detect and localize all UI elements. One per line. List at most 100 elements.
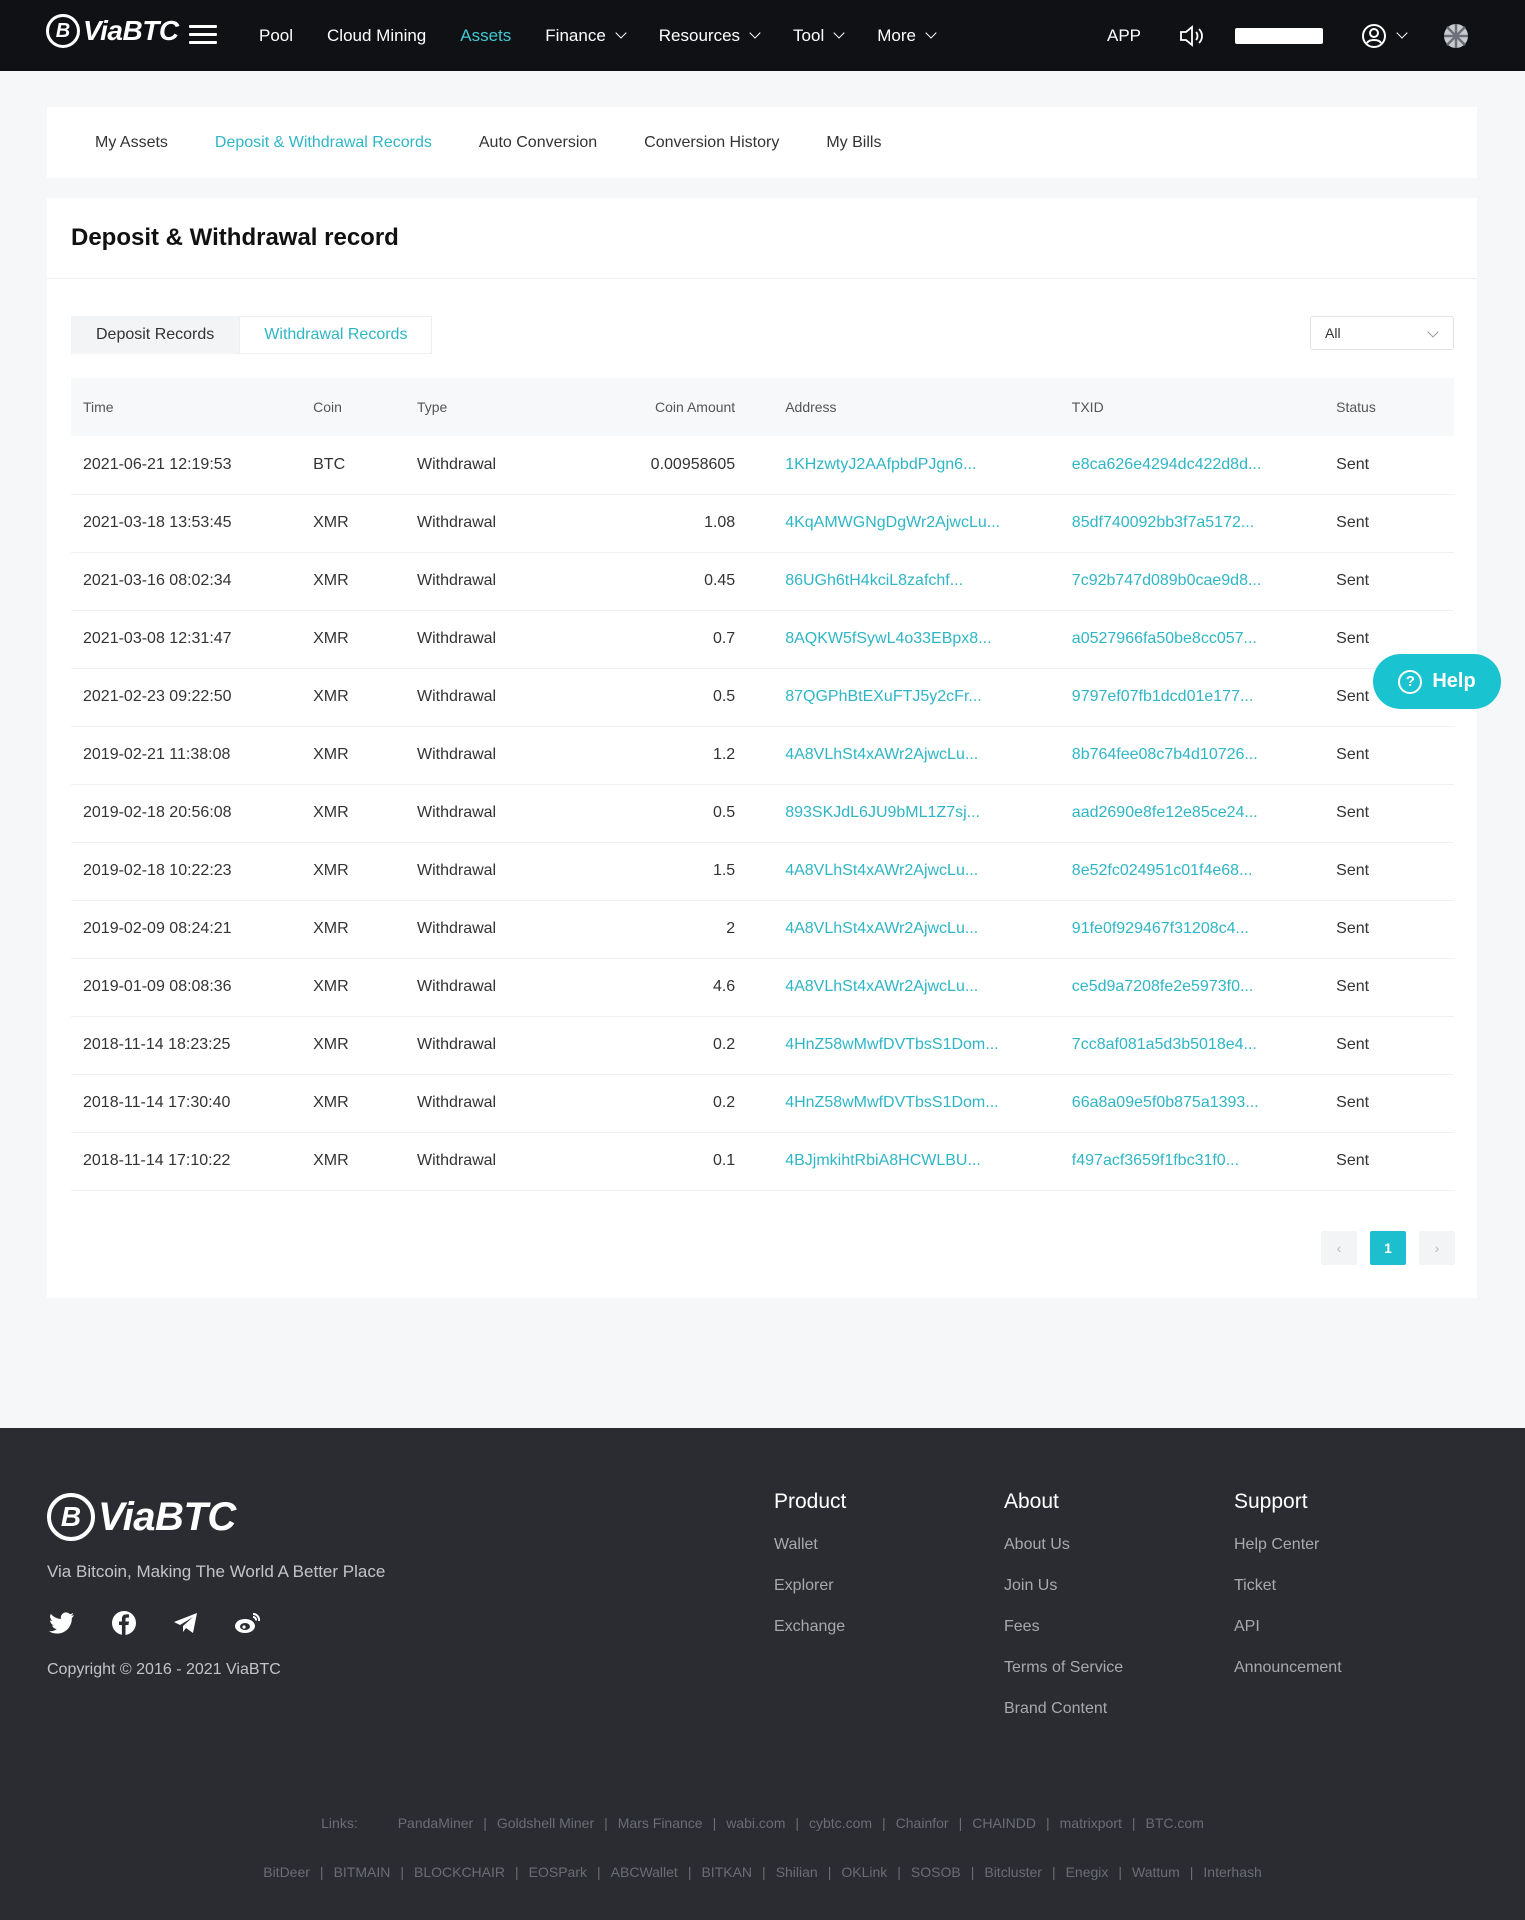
weibo-icon[interactable]	[233, 1608, 263, 1638]
language-flag-icon[interactable]	[1443, 0, 1469, 71]
address-link[interactable]: 4BJjmkihtRbiA8HCWLBU...	[747, 1132, 1060, 1191]
address-link[interactable]: 4HnZ58wMwfDVTbsS1Dom...	[747, 1016, 1060, 1075]
twitter-icon[interactable]	[47, 1608, 77, 1638]
partner-link[interactable]: Interhash	[1203, 1864, 1261, 1880]
next-page-button[interactable]: ›	[1419, 1231, 1455, 1265]
app-link[interactable]: APP	[1107, 0, 1141, 71]
partner-link[interactable]: Goldshell Miner	[497, 1815, 594, 1831]
partner-link[interactable]: EOSPark	[529, 1864, 587, 1880]
nav-item-assets[interactable]: Assets	[460, 26, 511, 46]
txid-link[interactable]: 7cc8af081a5d3b5018e4...	[1059, 1016, 1325, 1075]
subtab-3[interactable]: Conversion History	[644, 134, 779, 152]
partner-link[interactable]: OKLink	[841, 1864, 887, 1880]
subtab-0[interactable]: My Assets	[95, 134, 168, 152]
txid-link[interactable]: 85df740092bb3f7a5172...	[1059, 494, 1325, 553]
address-link[interactable]: 4KqAMWGNgDgWr2AjwcLu...	[747, 494, 1060, 553]
partner-link[interactable]: Chainfor	[896, 1815, 949, 1831]
tab-deposit-records[interactable]: Deposit Records	[71, 316, 240, 354]
footer-link[interactable]: Terms of Service	[1004, 1659, 1123, 1677]
footer-link[interactable]: Announcement	[1234, 1659, 1342, 1677]
txid-link[interactable]: 8b764fee08c7b4d10726...	[1059, 726, 1325, 785]
partner-link[interactable]: Shilian	[776, 1864, 818, 1880]
partner-link[interactable]: BitDeer	[263, 1864, 310, 1880]
prev-page-button[interactable]: ‹	[1321, 1231, 1357, 1265]
footer-column-about: About About Us Join Us Fees Terms of Service…	[1004, 1490, 1123, 1741]
address-link[interactable]: 4A8VLhSt4xAWr2AjwcLu...	[747, 900, 1060, 959]
address-link[interactable]: 4A8VLhSt4xAWr2AjwcLu...	[747, 726, 1060, 785]
page-current-button[interactable]: 1	[1370, 1231, 1406, 1265]
txid-link[interactable]: 9797ef07fb1dcd01e177...	[1059, 668, 1325, 727]
subtab-1[interactable]: Deposit & Withdrawal Records	[215, 134, 432, 152]
footer-link[interactable]: Brand Content	[1004, 1700, 1123, 1718]
help-button[interactable]: ? Help	[1373, 654, 1501, 709]
address-link[interactable]: 4HnZ58wMwfDVTbsS1Dom...	[747, 1074, 1060, 1133]
footer-link[interactable]: Fees	[1004, 1618, 1123, 1636]
address-link[interactable]: 87QGPhBtEXuFTJ5y2cFr...	[747, 668, 1060, 727]
subtab-4[interactable]: My Bills	[826, 134, 881, 152]
txid-link[interactable]: 66a8a09e5f0b875a1393...	[1059, 1074, 1325, 1133]
time-cell: 2018-11-14 18:23:25	[71, 1016, 302, 1075]
nav-item-pool[interactable]: Pool	[259, 26, 293, 46]
separator: |	[1118, 1864, 1123, 1880]
partner-link[interactable]: wabi.com	[726, 1815, 785, 1831]
partner-link[interactable]: BITMAIN	[334, 1864, 391, 1880]
address-link[interactable]: 893SKJdL6JU9bML1Z7sj...	[747, 784, 1060, 843]
address-link[interactable]: 4A8VLhSt4xAWr2AjwcLu...	[747, 842, 1060, 901]
footer-link[interactable]: Join Us	[1004, 1577, 1123, 1595]
address-link[interactable]: 8AQKW5fSywL4o33EBpx8...	[747, 610, 1060, 669]
address-link[interactable]: 1KHzwtyJ2AAfpbdPJgn6...	[747, 436, 1060, 495]
footer-link[interactable]: Wallet	[774, 1536, 846, 1554]
subtab-2[interactable]: Auto Conversion	[479, 134, 597, 152]
speaker-icon[interactable]	[1178, 0, 1204, 71]
txid-link[interactable]: e8ca626e4294dc422d8d...	[1059, 436, 1325, 495]
partner-link[interactable]: BLOCKCHAIR	[414, 1864, 505, 1880]
footer-link[interactable]: Explorer	[774, 1577, 846, 1595]
type-cell: Withdrawal	[404, 436, 582, 495]
txid-link[interactable]: f497acf3659f1fbc31f0...	[1059, 1132, 1325, 1191]
telegram-icon[interactable]	[171, 1608, 201, 1638]
address-link[interactable]: 86UGh6tH4kciL8zafchf...	[747, 552, 1060, 611]
coin-filter-select[interactable]: All	[1310, 316, 1454, 350]
type-cell: Withdrawal	[404, 552, 582, 611]
username-redacted[interactable]	[1235, 0, 1323, 71]
tab-withdrawal-records[interactable]: Withdrawal Records	[239, 316, 433, 354]
nav-item-resources[interactable]: Resources	[659, 26, 761, 46]
txid-link[interactable]: 91fe0f929467f31208c4...	[1059, 900, 1325, 959]
footer-link[interactable]: Ticket	[1234, 1577, 1342, 1595]
footer-link[interactable]: About Us	[1004, 1536, 1123, 1554]
footer: B ViaBTC Via Bitcoin, Making The World A…	[0, 1428, 1525, 1920]
type-cell: Withdrawal	[404, 958, 582, 1017]
partner-link[interactable]: Mars Finance	[618, 1815, 703, 1831]
partner-link[interactable]: PandaMiner	[398, 1815, 474, 1831]
account-icon[interactable]	[1360, 0, 1408, 71]
footer-link[interactable]: Exchange	[774, 1618, 846, 1636]
nav-item-cloud-mining[interactable]: Cloud Mining	[327, 26, 426, 46]
footer-link[interactable]: Help Center	[1234, 1536, 1342, 1554]
separator: |	[882, 1815, 886, 1831]
txid-link[interactable]: 8e52fc024951c01f4e68...	[1059, 842, 1325, 901]
partner-link[interactable]: SOSOB	[911, 1864, 961, 1880]
partner-link[interactable]: Bitcluster	[984, 1864, 1042, 1880]
partner-link[interactable]: Wattum	[1132, 1864, 1180, 1880]
partner-link[interactable]: ABCWallet	[611, 1864, 678, 1880]
partner-link[interactable]: matrixport	[1060, 1815, 1122, 1831]
footer-link[interactable]: API	[1234, 1618, 1342, 1636]
partner-link[interactable]: CHAINDD	[972, 1815, 1036, 1831]
partner-link[interactable]: BITKAN	[701, 1864, 752, 1880]
txid-link[interactable]: aad2690e8fe12e85ce24...	[1059, 784, 1325, 843]
nav-item-tool[interactable]: Tool	[793, 26, 845, 46]
txid-link[interactable]: a0527966fa50be8cc057...	[1059, 610, 1325, 669]
column-header: Coin Amount	[655, 399, 736, 415]
partner-link[interactable]: Enegix	[1066, 1864, 1109, 1880]
txid-link[interactable]: 7c92b747d089b0cae9d8...	[1059, 552, 1325, 611]
viabtc-logo[interactable]: B ViaBTC	[46, 14, 179, 48]
separator: |	[712, 1815, 717, 1831]
address-link[interactable]: 4A8VLhSt4xAWr2AjwcLu...	[747, 958, 1060, 1017]
partner-link[interactable]: BTC.com	[1146, 1815, 1204, 1831]
txid-link[interactable]: ce5d9a7208fe2e5973f0...	[1059, 958, 1325, 1017]
partner-link[interactable]: cybtc.com	[809, 1815, 872, 1831]
facebook-icon[interactable]	[109, 1608, 139, 1638]
menu-icon[interactable]	[189, 25, 217, 45]
nav-item-more[interactable]: More	[877, 26, 937, 46]
nav-item-finance[interactable]: Finance	[545, 26, 627, 46]
